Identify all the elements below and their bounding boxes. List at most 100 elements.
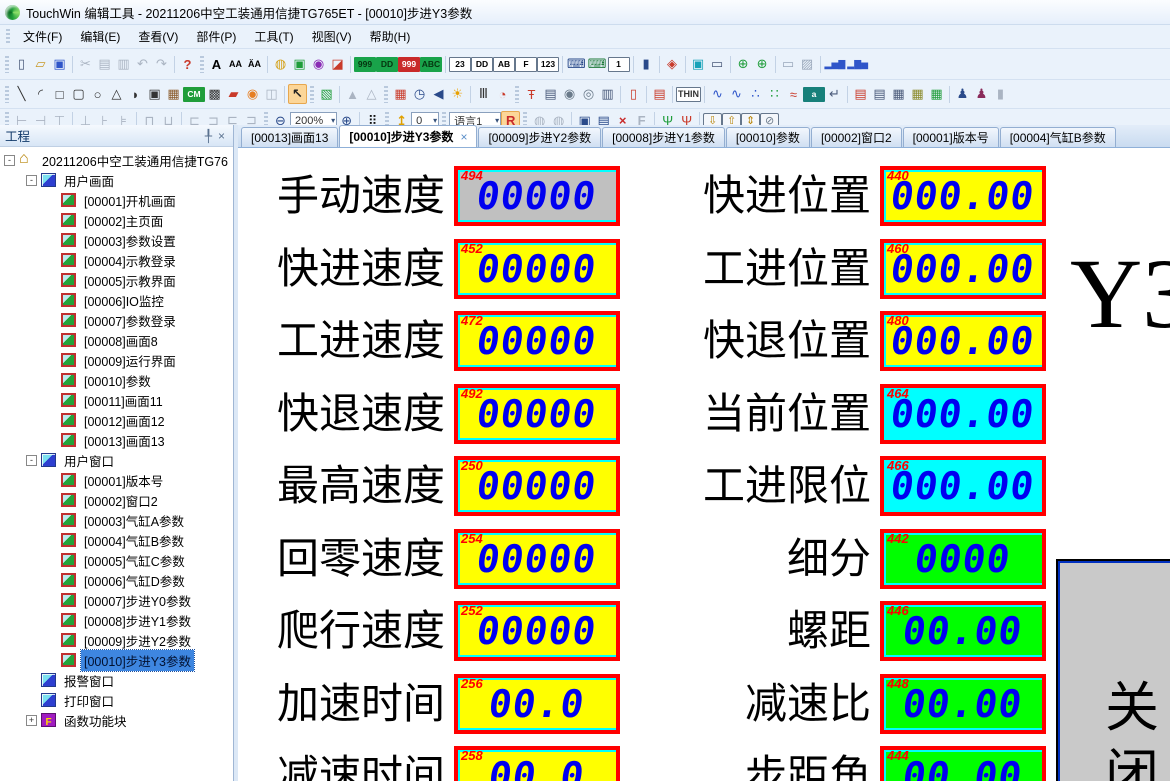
window-open-button[interactable]: ▭ <box>708 54 727 74</box>
tree-screen-00009[interactable]: [00009]运行界面 <box>0 350 233 370</box>
data-input-field[interactable]: 446 00.00 <box>880 601 1046 661</box>
tab-00008-step-y1[interactable]: [00008]步进Y1参数 <box>602 127 725 147</box>
backlight-part-button[interactable]: ☀ <box>448 84 467 104</box>
operator-button[interactable]: ♟ <box>953 84 972 104</box>
data-input-field[interactable]: 254 00000 <box>454 529 620 589</box>
data-input-field[interactable]: 442 0000 <box>880 529 1046 589</box>
keyboard-button[interactable]: ⌨ <box>566 54 587 74</box>
menu-file[interactable]: 文件(F) <box>14 25 71 48</box>
alarm-list-button[interactable]: ▤ <box>851 84 870 104</box>
menu-display[interactable]: 视图(V) <box>303 25 361 48</box>
polygon-tool[interactable]: △ <box>107 84 126 104</box>
line-tool[interactable]: ╲ <box>12 84 31 104</box>
paint-tool[interactable]: ▰ <box>224 84 243 104</box>
arc-tool[interactable]: ◜ <box>31 84 50 104</box>
menu-parts[interactable]: 部件(P) <box>187 25 245 48</box>
tab-00002-window2[interactable]: [00002]窗口2 <box>811 127 902 147</box>
function-key-button[interactable]: F <box>515 57 537 72</box>
select-cursor-button[interactable]: ↖ <box>288 84 307 104</box>
roundrect-tool[interactable]: ▢ <box>69 84 88 104</box>
menu-view[interactable]: 查看(V) <box>129 25 187 48</box>
tree-screen-00010[interactable]: [00010]参数 <box>0 370 233 390</box>
sample-export-button[interactable]: ▦ <box>927 84 946 104</box>
data-input-field[interactable]: 448 00.00 <box>880 674 1046 734</box>
expand-toggle-icon[interactable]: - <box>26 175 37 186</box>
push-button-part[interactable]: ▣ <box>290 54 309 74</box>
tree-screen-00011[interactable]: [00011]画面11 <box>0 390 233 410</box>
image-tool[interactable]: ▦ <box>164 84 183 104</box>
tree-screen-00001[interactable]: [00001]开机画面 <box>0 190 233 210</box>
pin-icon[interactable]: ╀ <box>202 129 215 143</box>
xy-curve-button[interactable]: ≈ <box>784 84 803 104</box>
web-upload-button[interactable]: ⊕ <box>753 54 772 74</box>
static-text-button[interactable]: A <box>207 54 226 74</box>
web-download-button[interactable]: ⊕ <box>734 54 753 74</box>
bar-graph2-button[interactable]: ▂▇▅ <box>846 54 869 74</box>
tree-screen-00005[interactable]: [00005]示教界面 <box>0 270 233 290</box>
digital-display-button[interactable]: 999 <box>354 57 376 72</box>
tree-window-00009[interactable]: [00009]步进Y2参数 <box>0 630 233 650</box>
lamp-button-part[interactable]: ◉ <box>309 54 328 74</box>
plain-rect-button[interactable]: ▭ <box>779 54 798 74</box>
tab-00010-step-y3[interactable]: [00010]步进Y3参数 × <box>339 125 477 147</box>
data-input-field[interactable]: 258 00.0 <box>454 746 620 781</box>
menu-help[interactable]: 帮助(H) <box>361 25 420 48</box>
numeric-keyboard-button[interactable]: ⌨ <box>587 54 608 74</box>
qrcode-tool[interactable]: ▩ <box>205 84 224 104</box>
sample-chart-button[interactable]: ∷ <box>765 84 784 104</box>
tree-screen-00008[interactable]: [00008]画面8 <box>0 330 233 350</box>
sector-tool[interactable]: ◗ <box>126 84 145 104</box>
device-part-button[interactable]: ▥ <box>598 84 617 104</box>
event-doc-button[interactable]: ▤ <box>650 84 669 104</box>
data-input-field[interactable]: 492 00000 <box>454 384 620 444</box>
tree-group-user-screens[interactable]: - 用户画面 <box>0 170 233 190</box>
time-trend-button[interactable]: ∿ <box>727 84 746 104</box>
ascii-input-button[interactable]: AB <box>493 57 515 72</box>
tree-window-00001[interactable]: [00001]版本号 <box>0 470 233 490</box>
dynamic-text-button[interactable]: AA <box>226 54 245 74</box>
tab-00009-step-y2[interactable]: [00009]步进Y2参数 <box>478 127 601 147</box>
set-data-button[interactable]: 123 <box>537 57 559 72</box>
tree-window-00002[interactable]: [00002]窗口2 <box>0 490 233 510</box>
data-input-field[interactable]: 252 00000 <box>454 601 620 661</box>
rect-tool[interactable]: □ <box>50 84 69 104</box>
tree-window-00006[interactable]: [00006]气缸D参数 <box>0 570 233 590</box>
data-input-field[interactable]: 466 000.00 <box>880 456 1046 516</box>
data-input-field[interactable]: 444 00.00 <box>880 746 1046 781</box>
menu-edit[interactable]: 编辑(E) <box>71 25 129 48</box>
tree-group-alarm-window[interactable]: 报警窗口 <box>0 670 233 690</box>
data-input-field[interactable]: 472 00000 <box>454 311 620 371</box>
line-return-button[interactable]: ↵ <box>825 84 844 104</box>
screen-jump-button[interactable]: ◪ <box>328 54 347 74</box>
variable-text-button[interactable]: ÄA <box>245 54 264 74</box>
operator2-button[interactable]: ♟ <box>972 84 991 104</box>
alarm-bell2-button[interactable]: ◎ <box>579 84 598 104</box>
tab-00010-params[interactable]: [00010]参数 <box>726 127 810 147</box>
date-part-button[interactable]: ▦ <box>391 84 410 104</box>
colorwheel-tool[interactable]: ◉ <box>243 84 262 104</box>
new-file-button[interactable]: ▯ <box>12 54 31 74</box>
expand-toggle-icon[interactable]: + <box>26 715 37 726</box>
thin-client-button[interactable]: THIN <box>676 87 701 102</box>
tab-close-icon[interactable]: × <box>460 130 467 144</box>
tree-screen-00004[interactable]: [00004]示教登录 <box>0 250 233 270</box>
tab-00013-screen13[interactable]: [00013]画面13 <box>241 127 338 147</box>
data-input-field[interactable]: 480 000.00 <box>880 311 1046 371</box>
data-input-field[interactable]: 464 000.00 <box>880 384 1046 444</box>
close-panel-icon[interactable]: × <box>215 129 228 143</box>
font-a-button[interactable]: a <box>803 87 825 102</box>
slider-input-button[interactable]: ▮ <box>637 54 656 74</box>
help-button[interactable]: ? <box>178 54 197 74</box>
power-part-button[interactable]: ▯ <box>624 84 643 104</box>
tree-group-function-blocks[interactable]: + 函数功能块 <box>0 710 233 730</box>
tree-screen-00002[interactable]: [00002]主页面 <box>0 210 233 230</box>
data-grid-button[interactable]: ▦ <box>889 84 908 104</box>
data-display-button[interactable]: DD <box>376 57 398 72</box>
tree-window-00004[interactable]: [00004]气缸B参数 <box>0 530 233 550</box>
tree-root[interactable]: - 20211206中空工装通用信捷TG76 <box>0 150 233 170</box>
close-window-button[interactable]: 关闭 <box>1056 559 1170 781</box>
tree-screen-00012[interactable]: [00012]画面12 <box>0 410 233 430</box>
cm-tool[interactable]: CM <box>183 87 205 102</box>
alarm-digital-button[interactable]: 999 <box>398 57 420 72</box>
scatter-chart-button[interactable]: ∴ <box>746 84 765 104</box>
